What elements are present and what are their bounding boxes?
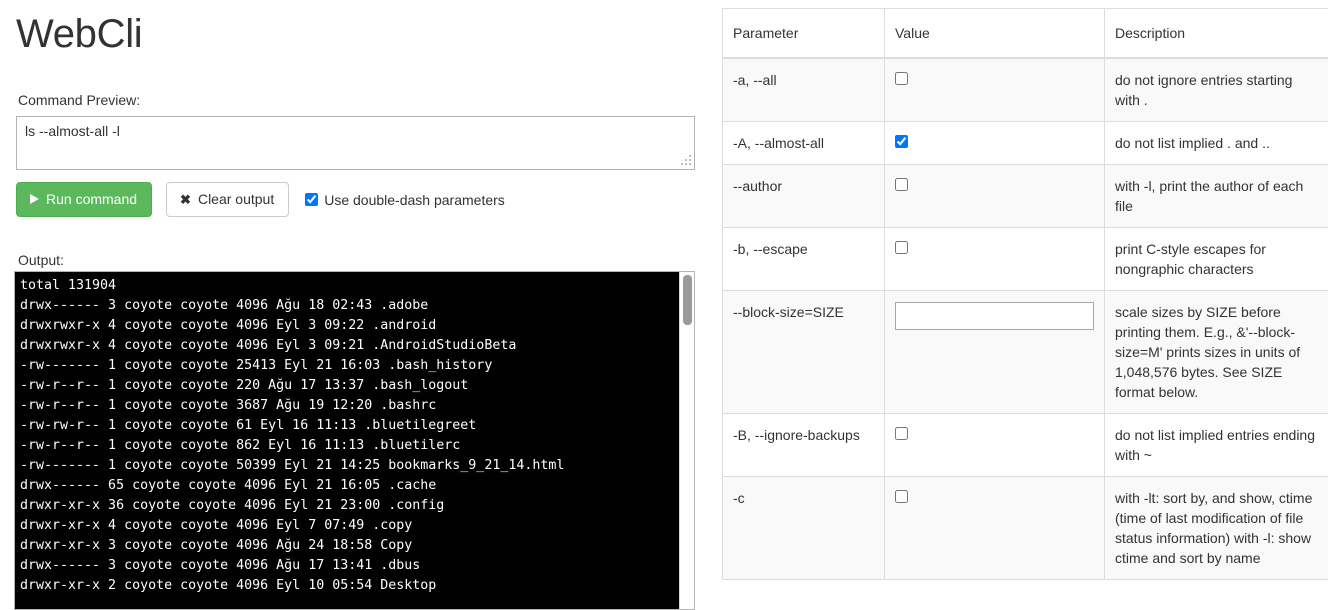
use-double-dash-toggle[interactable]: Use double-dash parameters <box>305 192 505 208</box>
parameters-panel: Parameter Value Description -a, --all do … <box>722 8 1328 610</box>
parameter-name-cell: -a, --all <box>722 57 885 123</box>
table-row: --block-size=SIZE scale sizes by SIZE bef… <box>722 290 1328 415</box>
run-command-label: Run command <box>46 191 138 207</box>
column-header-description: Description <box>1104 8 1328 60</box>
parameter-checkbox[interactable] <box>895 72 908 86</box>
parameter-name-cell: -b, --escape <box>722 227 885 292</box>
table-row: -c with -lt: sort by, and show, ctime (ti… <box>722 476 1328 581</box>
parameter-value-cell <box>884 290 1105 415</box>
output-terminal[interactable]: total 131904 drwx------ 3 coyote coyote … <box>14 271 695 610</box>
parameter-description-cell: do not list implied entries ending with … <box>1104 413 1328 478</box>
parameter-description-cell: print C-style escapes for nongraphic cha… <box>1104 227 1328 292</box>
parameter-checkbox[interactable] <box>895 490 908 504</box>
play-icon <box>30 194 39 204</box>
use-double-dash-label: Use double-dash parameters <box>324 191 505 208</box>
output-scrollbar-thumb[interactable] <box>683 275 692 325</box>
parameter-name-cell: -A, --almost-all <box>722 121 885 166</box>
parameter-name-cell: -B, --ignore-backups <box>722 413 885 478</box>
parameter-checkbox[interactable] <box>895 135 908 149</box>
table-row: -B, --ignore-backups do not list implied … <box>722 413 1328 478</box>
close-x-icon: ✖ <box>180 191 191 207</box>
command-preview-input[interactable] <box>16 116 695 170</box>
parameter-value-cell <box>884 164 1105 229</box>
parameter-value-cell <box>884 57 1105 123</box>
parameter-name-cell: -c <box>722 476 885 581</box>
left-panel: WebCli Command Preview: Run command ✖ Cl… <box>0 0 710 610</box>
output-label: Output: <box>18 252 64 268</box>
table-row: -A, --almost-all do not list implied . an… <box>722 121 1328 166</box>
table-row: --author with -l, print the author of eac… <box>722 164 1328 229</box>
parameter-description-cell: with -l, print the author of each file <box>1104 164 1328 229</box>
webcli-page: WebCli Command Preview: Run command ✖ Cl… <box>0 0 1328 610</box>
parameters-table-head: Parameter Value Description <box>722 8 1328 60</box>
run-command-button[interactable]: Run command <box>16 182 153 217</box>
table-header-row: Parameter Value Description <box>722 8 1328 60</box>
output-scrollbar[interactable] <box>679 272 694 609</box>
parameter-checkbox[interactable] <box>895 241 908 255</box>
parameter-checkbox[interactable] <box>895 178 908 192</box>
parameter-checkbox[interactable] <box>895 427 908 441</box>
column-header-value: Value <box>884 8 1105 60</box>
parameter-value-cell <box>884 121 1105 166</box>
output-terminal-text: total 131904 drwx------ 3 coyote coyote … <box>20 278 565 593</box>
command-preview-label: Command Preview: <box>18 92 141 108</box>
parameter-description-cell: do not ignore entries starting with . <box>1104 57 1328 123</box>
parameters-table: Parameter Value Description -a, --all do … <box>722 8 1328 581</box>
action-toolbar: Run command ✖ Clear output Use double-da… <box>16 182 505 217</box>
clear-output-button[interactable]: ✖ Clear output <box>166 182 290 217</box>
parameter-description-cell: do not list implied . and .. <box>1104 121 1328 166</box>
parameter-name-cell: --author <box>722 164 885 229</box>
table-row: -b, --escape print C-style escapes for no… <box>722 227 1328 292</box>
parameter-value-cell <box>884 476 1105 581</box>
parameter-value-cell <box>884 413 1105 478</box>
parameter-description-cell: with -lt: sort by, and show, ctime (time… <box>1104 476 1328 581</box>
table-row: -a, --all do not ignore entries starting … <box>722 57 1328 123</box>
parameter-name-cell: --block-size=SIZE <box>722 290 885 415</box>
page-title: WebCli <box>16 12 143 56</box>
parameter-value-cell <box>884 227 1105 292</box>
clear-output-label: Clear output <box>197 191 275 207</box>
use-double-dash-checkbox[interactable] <box>305 193 319 206</box>
parameter-description-cell: scale sizes by SIZE before printing them… <box>1104 290 1328 415</box>
parameter-text-input[interactable] <box>895 302 1094 331</box>
column-header-parameter: Parameter <box>722 8 885 60</box>
parameters-table-body: -a, --all do not ignore entries starting … <box>722 57 1328 581</box>
